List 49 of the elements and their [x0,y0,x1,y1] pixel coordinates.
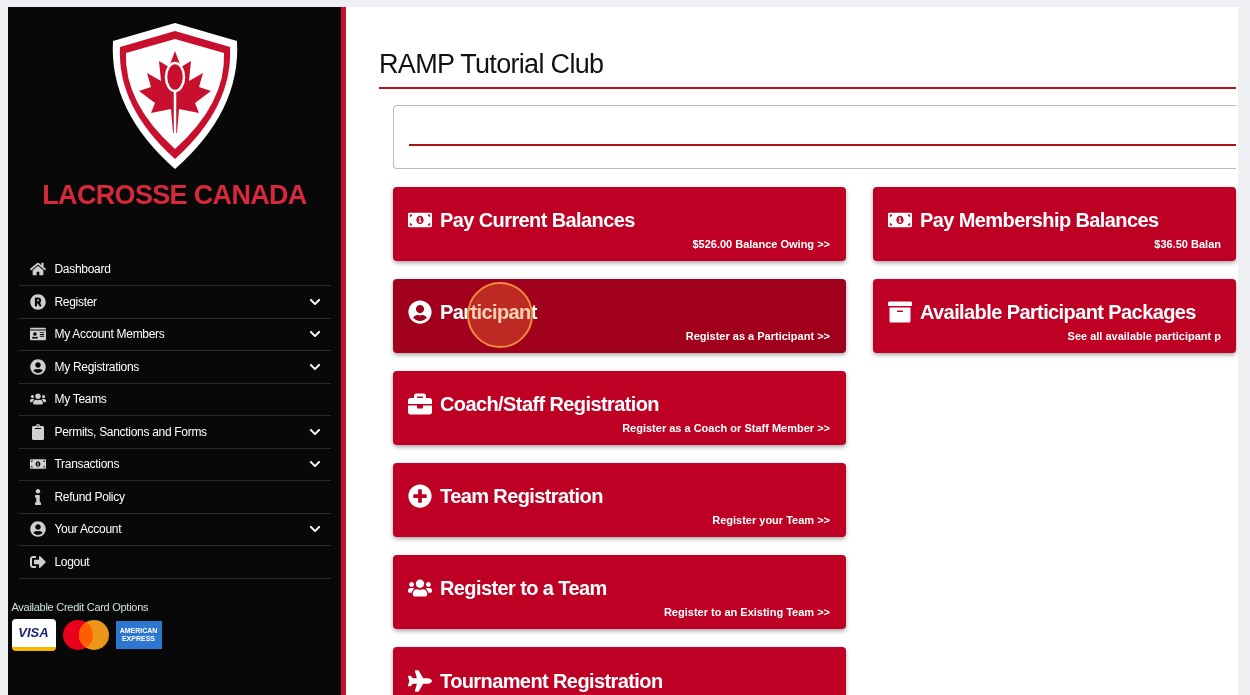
page-title: RAMP Tutorial Club [379,44,1236,89]
tile-subtitle: $36.50 Balan [1154,237,1221,253]
user-icon [29,358,46,375]
tile-title: Team Registration [440,484,603,510]
action-tile[interactable]: Register to a Team Register to an Existing Team >> [393,554,846,629]
action-tile[interactable]: Tournament Registration [393,646,846,695]
user-icon [408,300,432,325]
sidebar-item[interactable]: Register [18,286,331,319]
tile-subtitle: $526.00 Balance Owing >> [692,237,830,253]
sidebar-item[interactable]: My Account Members [18,318,331,351]
action-tile[interactable]: Coach/Staff Registration Register as a Coach or Staff Member >> [393,370,846,445]
sidebar-item[interactable]: Dashboard [18,253,331,286]
user-icon [29,521,46,538]
sidebar-item[interactable]: Refund Policy [18,481,331,514]
action-tile[interactable]: Pay Current Balances $526.00 Balance Owing >> [393,186,846,261]
registered-icon [29,293,46,310]
tile-subtitle: Register as a Participant >> [685,329,830,345]
home-icon [29,261,46,278]
tile-title: Pay Membership Balances [920,208,1159,234]
visa-logo: VISA [11,619,56,651]
tile-title: Available Participant Packages [920,300,1196,326]
sidebar-item[interactable]: My Teams [18,383,331,416]
sidebar-item[interactable]: Permits, Sanctions and Forms [18,416,331,449]
sidebar-item[interactable]: My Registrations [18,351,331,384]
tile-title: Pay Current Balances [440,208,635,234]
plane-icon [408,668,432,693]
plus-icon [408,484,432,509]
briefcase-icon [408,392,432,417]
brand-name: LACROSSE CANADA [42,179,307,212]
tile-subtitle: Register to an Existing Team >> [663,605,830,621]
action-tile[interactable]: Pay Membership Balances $36.50 Balan [873,186,1236,261]
tile-subtitle: Register your Team >> [712,513,830,529]
archive-icon [888,300,912,325]
action-tile[interactable]: Team Registration Register your Team >> [393,462,846,537]
logout-icon [29,553,46,570]
mastercard-logo-icon [61,619,110,651]
tile-subtitle: Register as a Coach or Staff Member >> [622,421,830,437]
sidebar-item[interactable]: Logout [18,546,331,579]
sidebar-item[interactable]: Transactions [18,448,331,481]
clipboard-icon [29,423,46,440]
users-icon [29,391,46,408]
tile-title: Tournament Registration [440,668,663,694]
tile-title: Register to a Team [440,576,607,602]
sidebar-item[interactable]: Your Account [18,513,331,546]
action-tile[interactable]: Available Participant Packages See all available participant p [873,278,1236,353]
id-card-icon [29,326,46,343]
tile-title: Coach/Staff Registration [440,392,659,418]
card-options-heading: Available Credit Card Options [11,599,150,615]
tile-subtitle: See all available participant p [1067,329,1221,345]
